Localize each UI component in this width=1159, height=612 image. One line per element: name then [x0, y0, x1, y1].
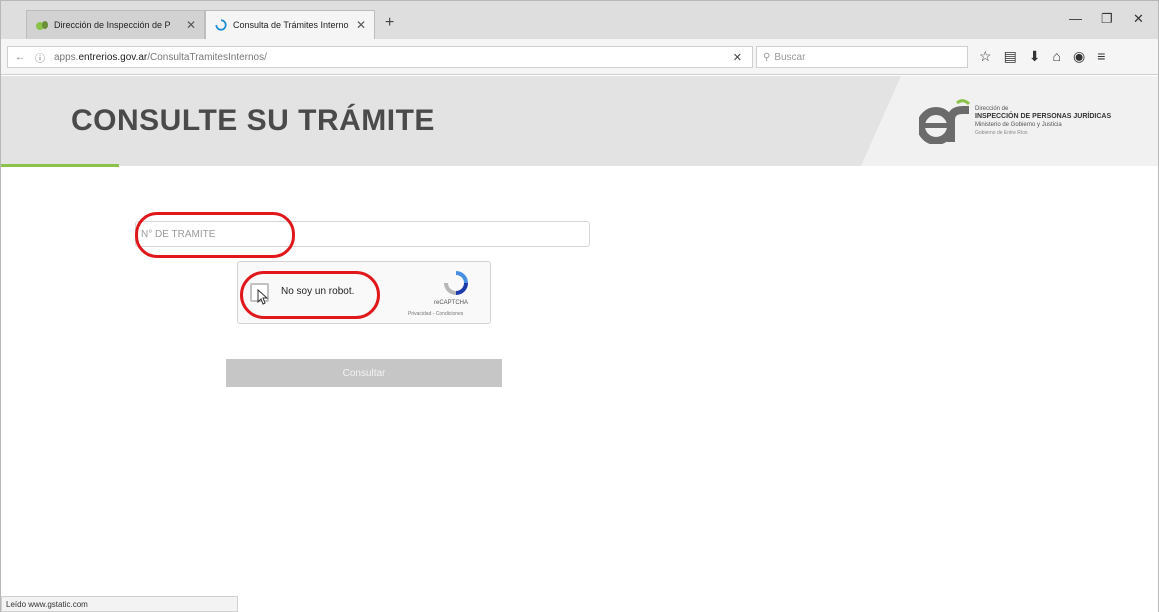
close-tab-icon[interactable]: ✕: [186, 18, 196, 32]
mouse-cursor-icon: [257, 289, 269, 305]
stop-loading-icon[interactable]: ✕: [733, 51, 742, 64]
logo-line4: Gobierno de Entre Ríos: [975, 130, 1028, 136]
close-tab-icon[interactable]: ✕: [356, 18, 366, 32]
restore-icon[interactable]: ❐: [1101, 11, 1113, 27]
url-text: apps.entrerios.gov.ar/ConsultaTramitesIn…: [54, 51, 267, 63]
consultar-button[interactable]: Consultar: [226, 359, 502, 387]
recaptcha-label: No soy un robot.: [281, 286, 355, 297]
browser-window: Dirección de Inspección de P ✕ Consulta …: [0, 0, 1159, 612]
page-content: CONSULTE SU TRÁMITE Dirección de INSPECC…: [1, 76, 1158, 612]
logo-line2: INSPECCIÓN DE PERSONAS JURÍDICAS: [975, 113, 1112, 120]
logo-text: Dirección de INSPECCIÓN DE PERSONAS JURÍ…: [975, 105, 1111, 137]
tab-label: Consulta de Trámites Interno: [233, 20, 349, 30]
tab-inspeccion[interactable]: Dirección de Inspección de P ✕: [26, 10, 205, 39]
pocket-icon[interactable]: ◉: [1073, 48, 1085, 65]
page-title: CONSULTE SU TRÁMITE: [71, 104, 435, 137]
download-icon[interactable]: ⬇: [1029, 48, 1041, 65]
bookmark-star-icon[interactable]: ☆: [979, 48, 992, 65]
toolbar-icons: ☆ ▤ ⬇ ⌂ ◉ ≡: [979, 48, 1105, 65]
recaptcha-logo-icon: [444, 271, 468, 295]
address-bar[interactable]: ← ⓘ apps.entrerios.gov.ar/ConsultaTramit…: [7, 46, 753, 68]
menu-icon[interactable]: ≡: [1097, 48, 1105, 65]
loading-spinner-icon: [215, 19, 227, 31]
dipj-logo: Dirección de INSPECCIÓN DE PERSONAS JURÍ…: [919, 98, 1111, 144]
logo-line1: Dirección de: [975, 106, 1009, 112]
er-logo-icon: [919, 99, 971, 144]
home-icon[interactable]: ⌂: [1053, 48, 1061, 65]
recaptcha-links[interactable]: Privacidad - Condiciones: [408, 311, 463, 317]
info-icon[interactable]: ⓘ: [32, 50, 48, 65]
reading-list-icon[interactable]: ▤: [1004, 48, 1017, 65]
minimize-icon[interactable]: —: [1069, 11, 1082, 26]
status-bar: Leído www.gstatic.com: [1, 596, 238, 612]
close-window-icon[interactable]: ✕: [1133, 11, 1144, 27]
navigation-bar: ← ⓘ apps.entrerios.gov.ar/ConsultaTramit…: [1, 39, 1158, 75]
new-tab-button[interactable]: +: [385, 14, 394, 32]
search-bar[interactable]: ⚲ Buscar: [756, 46, 968, 68]
tramite-number-input[interactable]: [135, 221, 590, 247]
tab-label: Dirección de Inspección de P: [54, 20, 171, 30]
search-placeholder: Buscar: [774, 51, 806, 63]
tab-bar: Dirección de Inspección de P ✕ Consulta …: [1, 1, 1158, 39]
recaptcha-widget: No soy un robot. reCAPTCHA Privacidad - …: [237, 261, 491, 324]
back-arrow-icon[interactable]: ←: [12, 52, 28, 63]
search-icon: ⚲: [763, 51, 771, 63]
banner-accent-line: [1, 164, 119, 167]
logo-line3: Ministerio de Gobierno y Justicia: [975, 122, 1062, 128]
recaptcha-brand: reCAPTCHA: [434, 300, 469, 306]
er-logo-icon: [36, 21, 48, 30]
tab-consulta[interactable]: Consulta de Trámites Interno ✕: [205, 10, 375, 39]
